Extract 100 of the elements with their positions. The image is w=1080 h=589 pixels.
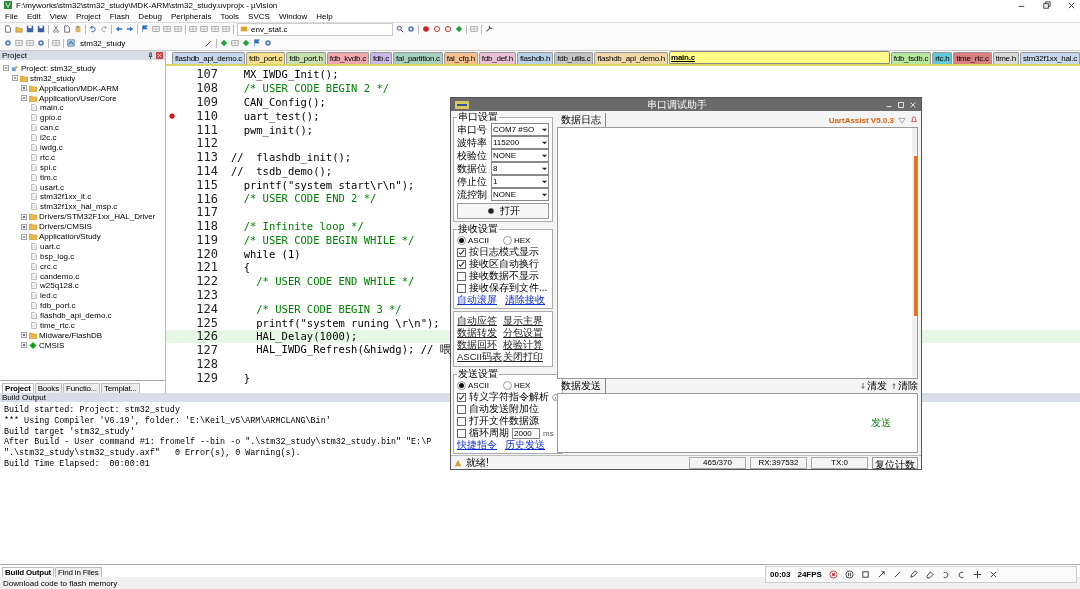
dropdown[interactable]: NONE [491,188,549,201]
file-tab[interactable]: time.h [992,52,1019,65]
menu-item[interactable]: Project [75,11,101,21]
eraser-icon[interactable] [924,570,934,579]
dropdown[interactable]: 115200 [491,136,549,149]
file-tab[interactable]: fdb_def.h [478,52,516,65]
collapse-icon[interactable] [12,75,18,82]
tree-item[interactable]: Drivers/CMSIS [39,222,92,232]
save-icon[interactable] [37,25,45,34]
build-icon[interactable] [67,39,75,48]
tree-item[interactable]: flashdb_api_demo.c [40,311,112,321]
file-tab[interactable]: rtc.h [932,52,953,65]
line-icon[interactable] [892,570,902,579]
tree-item[interactable]: uart.c [40,241,60,251]
link[interactable]: 显示主界 [503,315,549,326]
reset-button[interactable]: 复位计数 [872,456,918,469]
file-tab[interactable]: main.c [669,51,890,65]
file-tab[interactable]: fdb_tsdb.c [890,52,932,65]
maximize-icon[interactable] [897,100,905,109]
radio-button[interactable] [503,236,512,245]
expand-icon[interactable] [21,332,27,339]
dropdown[interactable]: COM7 #SO [491,123,549,136]
link[interactable]: 校验计算 [503,339,549,350]
checkbox[interactable] [457,283,466,293]
forward-arrow-icon[interactable] [126,25,134,34]
gear-icon[interactable] [407,25,415,34]
file-tab[interactable]: time_rtc.c [953,52,992,65]
radio-button[interactable] [457,236,466,245]
arrow-icon[interactable] [876,570,886,579]
tree-item[interactable]: rtc.c [40,152,56,162]
expand-icon[interactable] [21,213,27,220]
menu-item[interactable]: Tools [220,11,240,21]
collapse-icon[interactable] [21,233,27,240]
file-tab[interactable]: fal_partition.c [393,52,443,65]
radio-button[interactable] [457,381,466,390]
tree-item[interactable]: Application/Study [39,232,101,241]
tree-item[interactable]: gpio.c [40,113,62,123]
radio-button[interactable] [503,381,512,390]
scissors-icon[interactable] [52,25,60,34]
close-icon[interactable] [909,100,917,109]
save-icon[interactable] [26,25,34,34]
checkbox[interactable] [457,247,466,257]
link[interactable]: 数据回环 [457,339,503,350]
tree-item[interactable]: stm32f1xx_it.c [40,192,92,202]
tree-item[interactable]: bsp_log.c [40,251,75,261]
tree-item[interactable]: stm32_study [30,73,76,83]
clipboard-icon[interactable] [74,25,82,34]
menu-item[interactable]: Edit [26,11,41,21]
wand-icon[interactable] [205,39,213,48]
toolbar-button[interactable]: 清发 [860,379,887,393]
close-icon[interactable] [1067,0,1076,10]
expand-icon[interactable] [21,223,27,230]
tree-item[interactable]: tim.c [40,172,57,182]
file-tab[interactable]: flashdb.h [517,52,554,65]
gear-icon[interactable] [37,39,45,48]
tree-item[interactable]: usart.c [40,182,64,192]
move-icon[interactable] [972,570,982,579]
checkbox[interactable] [457,259,466,269]
tree-item[interactable]: main.c [40,103,64,113]
collapse-icon[interactable] [3,65,9,72]
dropdown[interactable]: NONE [491,149,549,162]
close-icon[interactable] [988,570,998,579]
tree-item[interactable]: Drivers/STM32F1xx_HAL_Driver [39,212,156,222]
link[interactable]: 自动应答 [457,315,503,326]
bell-icon[interactable] [910,116,918,124]
menu-item[interactable]: Help [316,11,333,21]
panel-tab[interactable]: Functio... [63,382,100,393]
checkbox[interactable] [457,392,466,402]
target-combo[interactable]: stm32_study [78,37,202,49]
expand-icon[interactable] [21,85,27,92]
tree-item[interactable]: fdb_port.c [40,301,76,311]
pin-icon[interactable] [147,52,154,60]
dropdown[interactable]: 8 [491,162,549,175]
period-field[interactable]: 2000 [512,427,540,439]
menu-item[interactable]: Flash [109,11,130,21]
toolbar-button[interactable]: 清除 [891,379,918,393]
link[interactable]: 历史发送 [505,438,545,452]
crop-icon[interactable] [860,570,870,579]
menu-item[interactable]: File [5,11,18,21]
document-icon[interactable] [4,25,12,34]
file-tab[interactable]: fdb_port.h [286,52,326,65]
restore-icon[interactable] [1042,0,1051,10]
link[interactable]: 自动滚屏 [457,293,497,307]
checkbox[interactable] [457,416,466,426]
tree-item[interactable]: iwdg.c [40,143,63,152]
flag-icon[interactable] [141,25,149,34]
wrench-icon[interactable] [485,25,493,34]
tree-item[interactable]: time_rtc.c [40,321,75,330]
collapse-icon[interactable] [21,95,27,102]
dot-icon[interactable] [422,25,430,34]
gear-icon[interactable] [4,39,12,48]
file-tab[interactable]: fal_cfg.h [443,52,478,65]
tree-item[interactable]: Project: stm32_study [21,63,96,73]
redo-icon[interactable] [956,570,966,579]
dropdown[interactable]: 1 [491,175,549,188]
undo-icon[interactable] [940,570,950,579]
tree-item[interactable]: w25q128.c [40,281,79,291]
file-tab[interactable]: fdb_utils.c [554,52,594,65]
tree-item[interactable]: CMSIS [39,340,65,350]
link[interactable]: 快捷指令 [457,438,497,452]
